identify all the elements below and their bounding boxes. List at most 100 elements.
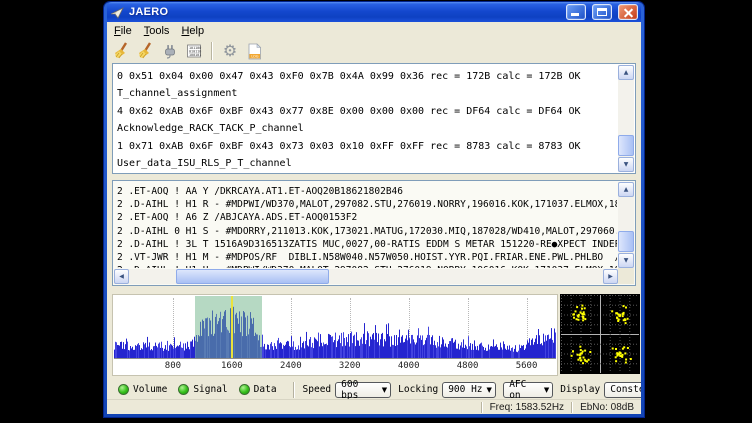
log-line: User_data_ISU_RLS_P_T_channel xyxy=(117,155,617,171)
scroll-left-icon: ◀ xyxy=(119,273,124,280)
spectrum-plot[interactable] xyxy=(114,296,556,358)
scroll-right-icon: ▶ xyxy=(608,273,613,280)
statusbar-separator xyxy=(481,402,483,413)
message-log-horizontal-scrollbar[interactable]: ◀ ▶ xyxy=(114,269,618,284)
titlebar[interactable]: JAERO xyxy=(107,2,641,22)
plug-connect-icon[interactable] xyxy=(160,41,180,61)
statusbar-separator xyxy=(571,402,573,413)
spectrum-tick-label: 2400 xyxy=(280,361,302,371)
volume-led-label: Volume xyxy=(133,384,167,395)
scroll-down-icon: ▼ xyxy=(624,161,629,168)
scroll-up-button[interactable]: ▲ xyxy=(618,65,634,80)
scrollbar-thumb[interactable] xyxy=(176,269,329,284)
data-led xyxy=(239,384,250,395)
jaero-window: JAERO File Tools Help 101100010110100101 xyxy=(104,2,644,417)
log-line: 2 .VT-JWR ! H1 M - #MDPOS/RF DIBLI.N58W0… xyxy=(117,251,617,264)
scroll-up-button[interactable]: ▲ xyxy=(618,182,634,197)
log-line: T_channel_assignment xyxy=(117,85,617,102)
speed-dropdown[interactable]: 600 bps ▼ xyxy=(335,382,391,398)
constellation-display xyxy=(560,294,640,374)
maximize-icon xyxy=(597,8,607,16)
log-line: 2 .D-AIHL 0 H1 S - #MDORRY,211013.KOK,17… xyxy=(117,225,617,238)
log-line: 2 .D-AIHL ! H1 U - #MDPWI/WD370,MALOT,29… xyxy=(117,264,617,268)
spectrum-bars xyxy=(114,296,556,358)
packet-log-vertical-scrollbar[interactable]: ▲ ▼ xyxy=(618,65,634,172)
spectrum-tick-label: 800 xyxy=(165,361,181,371)
afc-dropdown[interactable]: AFC on ▼ xyxy=(503,382,553,398)
locking-label: Locking xyxy=(398,384,438,395)
scrollbar-thumb[interactable] xyxy=(618,135,634,156)
scroll-right-button[interactable]: ▶ xyxy=(603,269,618,284)
display-dropdown[interactable]: Constellation▼ xyxy=(604,382,641,398)
signal-led-label: Signal xyxy=(193,384,227,395)
message-log-textarea[interactable]: 2 .ET-AOQ ! AA Y /DKRCAYA.AT1.ET-AOQ20B1… xyxy=(112,180,636,286)
log-line: 0 0x51 0x04 0x00 0x47 0x43 0xF0 0x7B 0x4… xyxy=(117,68,617,85)
scroll-down-button[interactable]: ▼ xyxy=(618,157,634,172)
toolbar: 101100010110100101 ⚙ LOG xyxy=(107,39,641,63)
log-line: 1 0x71 0xAB 0x6F 0xBF 0x43 0x73 0x03 0x1… xyxy=(117,138,617,155)
desktop-background: { "window": { "title": "JAERO" }, "menu"… xyxy=(0,0,752,423)
log-line: 2 .ET-AOQ ! AA Y /DKRCAYA.AT1.ET-AOQ20B1… xyxy=(117,185,617,198)
data-led-label: Data xyxy=(254,384,277,395)
afc-value: AFC on xyxy=(509,379,540,401)
menu-help[interactable]: Help xyxy=(175,24,210,38)
app-icon xyxy=(110,5,125,19)
spectrum-tick-label: 3200 xyxy=(339,361,361,371)
spectrum-tick-label: 1600 xyxy=(221,361,243,371)
menu-tools[interactable]: Tools xyxy=(138,24,176,38)
controls-row: Volume Signal Data Speed 600 bps ▼ Lockin… xyxy=(107,380,641,399)
log-line: 4 0x62 0xAB 0x6F 0xBF 0x43 0x77 0x8E 0x0… xyxy=(117,103,617,120)
signal-led xyxy=(178,384,189,395)
controls-separator xyxy=(293,382,294,398)
toolbar-separator xyxy=(211,42,213,60)
menubar: File Tools Help xyxy=(107,22,641,39)
broom-clear-all-icon[interactable] xyxy=(136,41,156,61)
locking-dropdown[interactable]: 900 Hz ▼ xyxy=(442,382,496,398)
chevron-down-icon: ▼ xyxy=(487,386,492,394)
scrollbar-thumb[interactable] xyxy=(618,231,634,252)
menu-file[interactable]: File xyxy=(108,24,138,38)
maximize-button[interactable] xyxy=(592,4,612,20)
packet-log-textarea[interactable]: 0 0x51 0x04 0x00 0x47 0x43 0xF0 0x7B 0x4… xyxy=(112,63,636,174)
packet-log-lines: 0 0x51 0x04 0x00 0x47 0x43 0xF0 0x7B 0x4… xyxy=(117,66,617,171)
log-file-icon[interactable]: LOG xyxy=(244,41,264,61)
message-log-lines: 2 .ET-AOQ ! AA Y /DKRCAYA.AT1.ET-AOQ20B1… xyxy=(117,183,617,268)
statusbar: Freq: 1583.52Hz EbNo: 08dB xyxy=(107,399,641,414)
scroll-up-icon: ▲ xyxy=(624,186,629,193)
display-label: Display xyxy=(560,384,600,395)
window-title: JAERO xyxy=(129,6,560,18)
scroll-down-button[interactable]: ▼ xyxy=(618,253,634,268)
frequency-status: Freq: 1583.52Hz xyxy=(490,402,565,413)
spectrum-axis-labels: 800 1600 2400 3200 4000 4800 5600 xyxy=(114,361,556,374)
log-line: 2 .D-AIHL ! H1 R - #MDPWI/WD370,MALOT,29… xyxy=(117,198,617,211)
broom-clear-icon[interactable] xyxy=(112,41,132,61)
svg-text:100101: 100101 xyxy=(189,53,201,57)
center-frequency-marker[interactable] xyxy=(231,296,233,358)
signal-displays-row: 800 1600 2400 3200 4000 4800 5600 xyxy=(107,294,641,376)
ebno-status: EbNo: 08dB xyxy=(580,402,634,413)
spectrum-baseline xyxy=(114,358,556,359)
display-value: Constellation xyxy=(610,384,641,395)
scroll-down-icon: ▼ xyxy=(624,257,629,264)
spectrum-tick-label: 5600 xyxy=(516,361,538,371)
chevron-down-icon: ▼ xyxy=(382,386,387,394)
spectrum-display[interactable]: 800 1600 2400 3200 4000 4800 5600 xyxy=(112,294,558,376)
close-button[interactable] xyxy=(618,4,638,20)
spectrum-tick-label: 4800 xyxy=(457,361,479,371)
log-line: Acknowledge_RACK_TACK_P_channel xyxy=(117,120,617,137)
svg-text:LOG: LOG xyxy=(251,54,258,58)
scroll-left-button[interactable]: ◀ xyxy=(114,269,129,284)
constellation-plot xyxy=(561,295,639,373)
minimize-button[interactable] xyxy=(566,4,586,20)
message-log-vertical-scrollbar[interactable]: ▲ ▼ xyxy=(618,182,634,268)
chevron-down-icon: ▼ xyxy=(544,386,549,394)
speed-label: Speed xyxy=(303,384,332,395)
log-line: 2 .ET-AOQ ! A6 Z /ABJCAYA.ADS.ET-AOQ0153… xyxy=(117,211,617,224)
gear-settings-icon[interactable]: ⚙ xyxy=(220,41,240,61)
speed-value: 600 bps xyxy=(341,379,378,401)
binary-data-icon[interactable]: 101100010110100101 xyxy=(184,41,204,61)
locking-value: 900 Hz xyxy=(448,384,482,395)
demodulator-band-highlight xyxy=(195,296,262,358)
window-client-area: File Tools Help 101100010110100101 ⚙ LOG xyxy=(107,22,641,414)
spectrum-tick-label: 4000 xyxy=(398,361,420,371)
